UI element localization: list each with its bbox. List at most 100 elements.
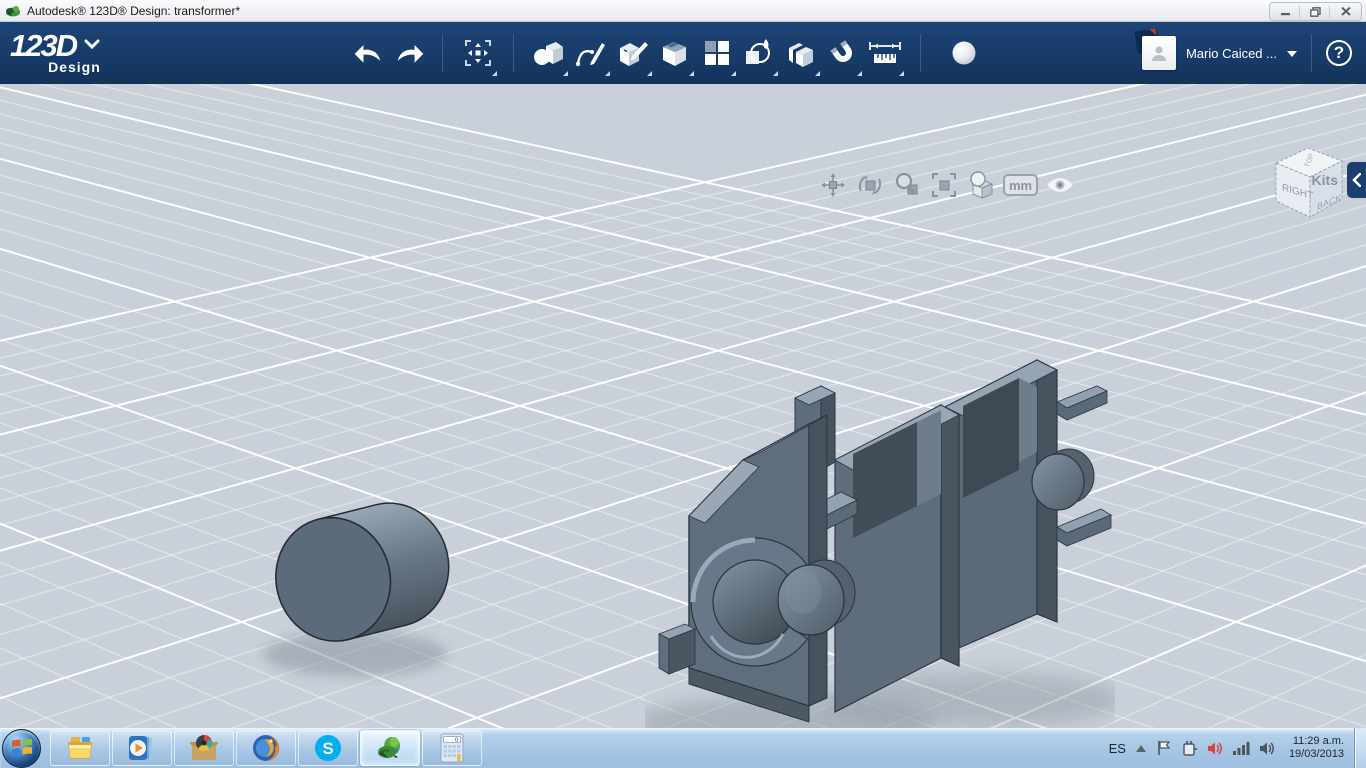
taskbar-mediaplayer-button[interactable] — [112, 730, 172, 766]
dropdown-caret — [689, 71, 694, 76]
help-button[interactable]: ? — [1326, 40, 1352, 66]
sketch-icon — [575, 43, 605, 67]
combine-tool-button[interactable] — [780, 30, 822, 76]
app-toolbar: 123D Design Mario Caiced ... ? — [0, 22, 1366, 84]
firefox-icon — [253, 735, 279, 761]
clock-time: 11:29 a.m. — [1292, 735, 1344, 747]
dropdown-caret — [731, 71, 736, 76]
viewport-3d[interactable]: mm Kits RIGHT BACK TOP — [0, 84, 1366, 728]
visibility-button[interactable] — [1045, 170, 1075, 200]
undo-icon — [354, 45, 381, 63]
redo-button[interactable] — [394, 30, 428, 76]
show-desktop-button[interactable] — [1354, 728, 1366, 768]
pattern-icon — [705, 41, 729, 65]
app-menu-logo[interactable]: 123D Design — [10, 28, 200, 75]
toolbar-separator — [1311, 34, 1312, 72]
dropdown-caret — [563, 71, 568, 76]
hidden-icons-button[interactable] — [1135, 744, 1147, 753]
taskbar-explorer-button[interactable] — [50, 730, 110, 766]
network-signal-button[interactable] — [1232, 741, 1250, 755]
logo-design-label: Design — [48, 59, 101, 75]
construct-tool-button[interactable] — [612, 30, 654, 76]
skype-letter: S — [322, 739, 333, 758]
toolbar-separator — [442, 34, 443, 72]
material-tool-button[interactable] — [943, 30, 985, 76]
app-window-icon — [6, 5, 20, 16]
toolbar-separator — [513, 34, 514, 72]
123d-design-icon — [378, 737, 400, 758]
avatar[interactable] — [1134, 28, 1176, 70]
zoom-button[interactable] — [892, 170, 922, 200]
pan-icon — [821, 173, 845, 197]
clock[interactable]: 11:29 a.m. 19/03/2013 — [1289, 735, 1344, 761]
speaker-button[interactable] — [1259, 741, 1276, 756]
modify-icon — [663, 41, 686, 66]
language-indicator[interactable]: ES — [1109, 741, 1126, 756]
modify-tool-button[interactable] — [654, 30, 696, 76]
restore-button[interactable] — [1301, 4, 1330, 19]
transform-icon — [465, 40, 491, 66]
dropdown-caret — [605, 71, 610, 76]
grouping-tool-button[interactable] — [738, 30, 780, 76]
pattern-tool-button[interactable] — [696, 30, 738, 76]
action-center-button[interactable] — [1156, 740, 1172, 756]
close-button[interactable] — [1331, 4, 1360, 19]
person-icon — [1151, 46, 1166, 61]
speaker-icon — [1259, 741, 1274, 755]
skype-icon: S — [315, 735, 341, 761]
model-bracket-assembly[interactable] — [645, 302, 1115, 728]
box-wheel-icon — [189, 734, 219, 760]
signal-bars-icon — [1232, 742, 1250, 755]
volume-red-icon — [1207, 741, 1222, 755]
primitives-tool-button[interactable] — [528, 30, 570, 76]
orbit-button[interactable] — [855, 170, 885, 200]
window-title: Autodesk® 123D® Design: transformer* — [27, 3, 241, 18]
taskbar-123d-button[interactable] — [360, 730, 420, 766]
redo-icon — [397, 45, 424, 63]
taskbar-calculator-button[interactable]: 0 — [422, 730, 482, 766]
explorer-folder-icon — [68, 737, 92, 759]
snap-tool-button[interactable] — [822, 30, 864, 76]
chevron-left-icon — [1352, 173, 1361, 187]
material-view-button[interactable] — [966, 170, 996, 200]
minimize-button[interactable] — [1271, 4, 1300, 19]
calculator-icon: 0 — [440, 733, 464, 763]
primitives-icon — [534, 42, 563, 65]
model-cylinder[interactable] — [255, 486, 475, 686]
transform-tool-button[interactable] — [457, 30, 499, 76]
start-button[interactable] — [2, 728, 41, 768]
middle-plate — [834, 403, 960, 713]
units-button[interactable]: mm — [1003, 174, 1039, 196]
sketch-tool-button[interactable] — [570, 30, 612, 76]
power-plug-button[interactable] — [1181, 740, 1198, 757]
view-nav-toolbar: mm — [818, 170, 1075, 200]
user-name[interactable]: Mario Caiced ... — [1186, 46, 1277, 61]
pan-button[interactable] — [818, 170, 848, 200]
taskbar-skype-button[interactable]: S — [298, 730, 358, 766]
flag-icon — [1158, 741, 1171, 755]
material-view-icon — [970, 171, 994, 199]
kits-panel-toggle[interactable] — [1347, 162, 1366, 198]
taskbar-boxapp-button[interactable] — [174, 730, 234, 766]
ruler-tool-button[interactable] — [864, 30, 906, 76]
title-bar: Autodesk® 123D® Design: transformer* — [0, 0, 1366, 22]
dropdown-caret — [773, 71, 778, 76]
clock-date: 19/03/2013 — [1288, 748, 1344, 760]
dropdown-caret — [492, 71, 497, 76]
dropdown-caret — [857, 71, 862, 76]
back-plate — [943, 359, 1112, 655]
taskbar-firefox-button[interactable] — [236, 730, 296, 766]
toolbar-separator — [920, 34, 921, 72]
dropdown-caret — [647, 71, 652, 76]
view-cube[interactable]: RIGHT BACK TOP — [1260, 135, 1355, 223]
volume-notification-button[interactable] — [1207, 741, 1224, 756]
media-player-icon — [129, 736, 152, 760]
front-plate — [658, 385, 856, 723]
eye-icon — [1047, 178, 1074, 192]
logo-123d: 123D — [10, 28, 78, 63]
window-controls — [1269, 2, 1362, 21]
user-dropdown-caret[interactable] — [1287, 51, 1297, 57]
fit-button[interactable] — [929, 170, 959, 200]
chevron-up-icon — [1135, 744, 1146, 752]
undo-button[interactable] — [350, 30, 384, 76]
